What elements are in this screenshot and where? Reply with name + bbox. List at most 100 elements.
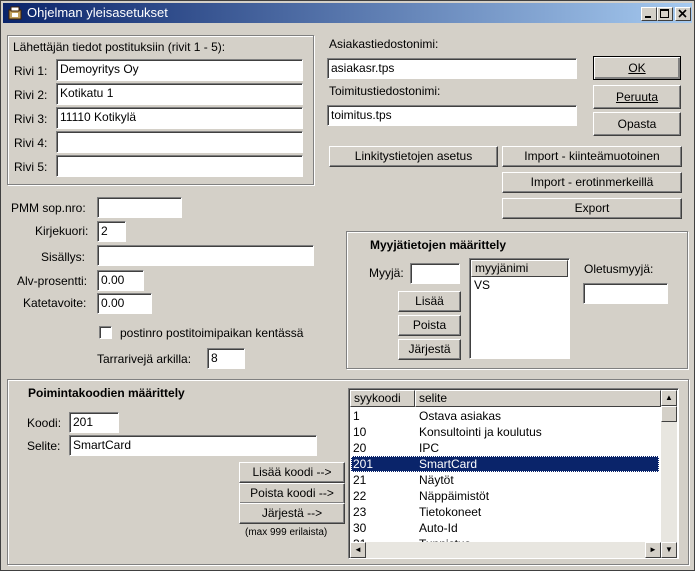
codes-group-title: Poimintakoodien määrittely: [28, 386, 185, 400]
sender-row-5-input[interactable]: [56, 155, 303, 177]
seller-label: Myyjä:: [369, 266, 404, 280]
max-codes-note: (max 999 erilaista): [245, 527, 328, 538]
seller-list[interactable]: myyjänimi VS: [469, 258, 570, 359]
row-description: Näytöt: [419, 473, 454, 487]
default-seller-label: Oletusmyyjä:: [584, 262, 654, 276]
pmm-input[interactable]: [97, 197, 182, 218]
table-row[interactable]: 201 SmartCard: [351, 456, 659, 472]
customer-file-label: Asiakastiedostonimi:: [329, 37, 439, 51]
table-row[interactable]: 1 Ostava asiakas: [351, 408, 659, 424]
customer-file-input[interactable]: asiakasr.tps: [327, 58, 577, 79]
delivery-file-input[interactable]: toimitus.tps: [327, 105, 577, 126]
window-title: Ohjelman yleisasetukset: [27, 5, 168, 20]
table-row[interactable]: 23 Tietokoneet: [351, 504, 659, 520]
ok-button-label: OK: [628, 61, 646, 75]
row-description: Konsultointi ja koulutus: [419, 425, 542, 439]
seller-list-header[interactable]: myyjänimi: [471, 260, 568, 277]
title-bar[interactable]: Ohjelman yleisasetukset: [3, 3, 692, 23]
seller-input[interactable]: [410, 263, 460, 284]
minimize-icon: [645, 16, 651, 18]
sort-codes-button[interactable]: Järjestä -->: [239, 503, 345, 524]
codes-col-code[interactable]: syykoodi: [350, 390, 415, 407]
sender-row-3-label: Rivi 3:: [14, 112, 48, 126]
cancel-button-label: Peruuta: [615, 90, 659, 104]
scroll-right-arrow-icon[interactable]: ►: [645, 542, 661, 558]
envelope-input[interactable]: 2: [97, 221, 126, 242]
margin-input[interactable]: 0.00: [97, 293, 152, 314]
row-code: 22: [353, 489, 367, 503]
default-seller-input[interactable]: [583, 283, 668, 304]
codes-table[interactable]: syykoodi selite 1 Ostava asiakas 10 Konsult…: [348, 388, 679, 559]
ok-button[interactable]: OK: [593, 56, 681, 80]
maximize-button[interactable]: [657, 7, 673, 21]
row-description: Ostava asiakas: [419, 409, 502, 423]
description-input[interactable]: SmartCard: [69, 435, 317, 456]
close-icon: [678, 9, 687, 18]
postcode-checkbox[interactable]: [99, 326, 112, 339]
pmm-label: PMM sop.nro:: [11, 201, 86, 215]
sender-group-label: Lähettäjän tiedot postituksiin (rivit 1 …: [13, 40, 226, 54]
cancel-button[interactable]: Peruuta: [593, 85, 681, 109]
close-button[interactable]: [675, 7, 691, 21]
contents-input[interactable]: [97, 245, 314, 266]
code-input[interactable]: 201: [69, 412, 119, 433]
maximize-icon: [660, 9, 669, 18]
scroll-thumb[interactable]: [661, 406, 677, 422]
code-label: Koodi:: [27, 416, 62, 430]
codes-col-description[interactable]: selite: [415, 390, 661, 407]
scroll-up-arrow-icon[interactable]: ▲: [661, 390, 677, 406]
description-label: Selite:: [27, 439, 61, 453]
label-rows-label: Tarrarivejä arkilla:: [97, 352, 192, 366]
sender-row-5-label: Rivi 5:: [14, 160, 48, 174]
scroll-left-arrow-icon[interactable]: ◄: [350, 542, 366, 558]
add-code-button[interactable]: Lisää koodi -->: [239, 462, 345, 483]
app-icon: [7, 5, 23, 21]
scroll-down-arrow-icon[interactable]: ▼: [661, 542, 677, 558]
codes-vertical-scrollbar[interactable]: ▲: [661, 390, 677, 542]
table-row[interactable]: 20 IPC: [351, 440, 659, 456]
row-description: SmartCard: [419, 457, 478, 471]
sender-row-3-input[interactable]: 11110 Kotikylä: [56, 107, 303, 129]
row-code: 23: [353, 505, 367, 519]
sender-row-2-input[interactable]: Kotikatu 1: [56, 83, 303, 105]
label-rows-input[interactable]: 8: [207, 348, 245, 369]
seller-list-item[interactable]: VS: [474, 278, 490, 292]
sellers-group-title: Myyjätietojen määrittely: [370, 238, 507, 252]
sender-row-1-input[interactable]: Demoyritys Oy: [56, 59, 303, 81]
row-description: Näppäimistöt: [419, 489, 490, 503]
row-code: 30: [353, 521, 367, 535]
row-code: 1: [353, 409, 360, 423]
settings-window: Ohjelman yleisasetukset Lähettäjän tiedo…: [0, 0, 695, 571]
row-code: 10: [353, 425, 367, 439]
minimize-button[interactable]: [641, 7, 657, 21]
table-row[interactable]: 22 Näppäimistöt: [351, 488, 659, 504]
help-button-label: Opasta: [617, 117, 657, 131]
link-settings-button[interactable]: Linkitystietojen asetus: [329, 146, 498, 167]
codes-horizontal-scrollbar[interactable]: ◄ ► ▼: [350, 542, 677, 558]
table-row[interactable]: 21 Näytöt: [351, 472, 659, 488]
sender-row-4-input[interactable]: [56, 131, 303, 153]
import-fixed-button[interactable]: Import - kiinteämuotoinen: [502, 146, 682, 167]
table-row[interactable]: 10 Konsultointi ja koulutus: [351, 424, 659, 440]
row-description: Tietokoneet: [419, 505, 482, 519]
vat-input[interactable]: 0.00: [97, 270, 144, 291]
remove-code-button[interactable]: Poista koodi -->: [239, 483, 345, 504]
row-description: IPC: [419, 441, 440, 455]
export-button[interactable]: Export: [502, 198, 682, 219]
seller-add-button[interactable]: Lisää: [398, 291, 461, 312]
delivery-file-label: Toimitustiedostonimi:: [329, 84, 441, 98]
sender-row-4-label: Rivi 4:: [14, 136, 48, 150]
seller-sort-button[interactable]: Järjestä: [398, 339, 461, 360]
help-button[interactable]: Opasta: [593, 112, 681, 136]
margin-label: Katetavoite:: [23, 296, 87, 310]
table-row[interactable]: 30 Auto-Id: [351, 520, 659, 536]
row-code: 21: [353, 473, 367, 487]
envelope-label: Kirjekuori:: [35, 224, 89, 238]
vat-label: Alv-prosentti:: [17, 274, 88, 288]
import-delimited-button[interactable]: Import - erotinmerkeillä: [502, 172, 682, 193]
postcode-checkbox-label: postinro postitoimipaikan kentässä: [120, 326, 304, 340]
sender-row-1-label: Rivi 1:: [14, 64, 48, 78]
row-code: 20: [353, 441, 367, 455]
seller-remove-button[interactable]: Poista: [398, 315, 461, 336]
row-description: Auto-Id: [419, 521, 458, 535]
